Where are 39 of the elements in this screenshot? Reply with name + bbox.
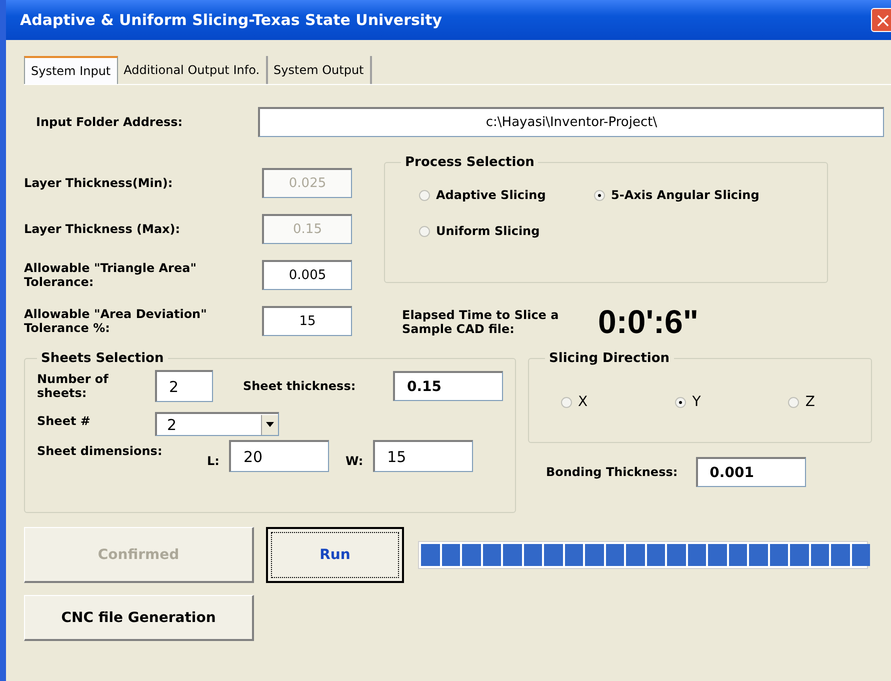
field-label: Allowable "Triangle Area" Tolerance: <box>24 261 198 289</box>
input-field[interactable]: 20 <box>229 440 330 472</box>
window-title: Adaptive & Uniform Slicing-Texas State University <box>20 11 442 29</box>
input-field[interactable]: 2 <box>155 370 213 402</box>
field-label: Sheet thickness: <box>243 379 357 393</box>
tab[interactable]: System Output <box>268 56 372 84</box>
radio-option[interactable]: Uniform Slicing <box>419 224 594 238</box>
radio-option[interactable]: X <box>561 394 588 410</box>
group-title: Process Selection <box>404 155 536 170</box>
field-label: L: <box>207 454 220 468</box>
field-label: W: <box>345 454 364 468</box>
run-button[interactable]: Run <box>266 527 404 583</box>
field-label: Number of sheets: <box>37 372 110 400</box>
input-field[interactable]: 15 <box>262 306 352 336</box>
radio-option[interactable]: 5-Axis Angular Slicing <box>594 188 811 202</box>
elapsed-time: 0:0':6" <box>598 303 699 341</box>
field-label: Layer Thickness (Max): <box>24 222 182 236</box>
radio-option[interactable]: Adaptive Slicing <box>419 188 594 202</box>
cnc-button[interactable]: CNC file Generation <box>24 595 254 641</box>
radio-option[interactable]: Z <box>788 394 815 410</box>
radio-option[interactable]: Y <box>675 394 701 410</box>
input-field[interactable]: 0.005 <box>262 260 352 290</box>
field-label: Allowable "Area Deviation" Tolerance %: <box>24 307 208 335</box>
input-field[interactable]: 0.001 <box>696 457 806 487</box>
field-label: Sheet # <box>37 414 92 428</box>
field-label: Sheet dimensions: <box>37 444 164 458</box>
input-field[interactable]: 15 <box>373 440 474 472</box>
input-field[interactable]: 0.15 <box>393 371 503 401</box>
group-title: Sheets Selection <box>40 351 165 366</box>
input-field[interactable]: c:\Hayasi\Inventor-Project\ <box>258 107 884 137</box>
dropdown[interactable]: 2 <box>155 412 279 436</box>
elapsed-label: Elapsed Time to Slice a Sample CAD file: <box>402 308 560 336</box>
tab[interactable]: Additional Output Info. <box>118 56 268 84</box>
field-label: Layer Thickness(Min): <box>24 176 174 190</box>
field-label: Input Folder Address: <box>35 115 184 129</box>
group-title: Slicing Direction <box>548 351 671 366</box>
close-button[interactable]: × <box>871 8 891 32</box>
field-label: Bonding Thickness: <box>546 465 678 479</box>
tab[interactable]: System Input <box>24 56 118 84</box>
